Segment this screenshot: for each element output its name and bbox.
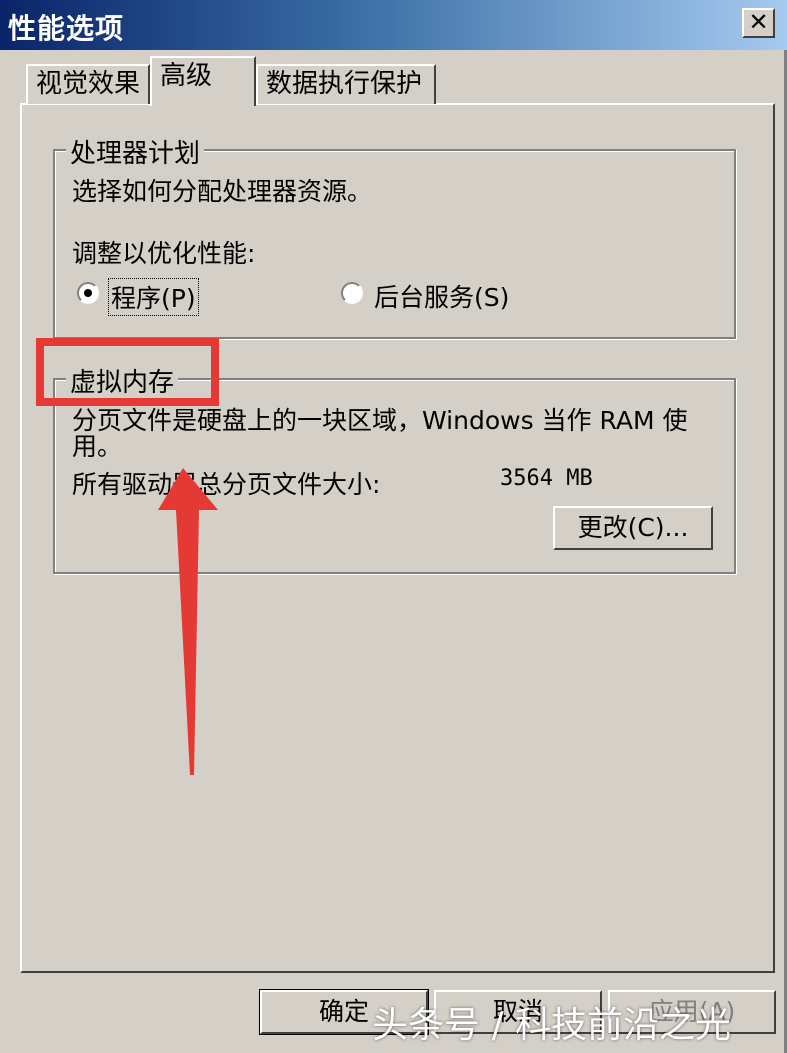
performance-options-dialog: 性能选项 ✕ 视觉效果 高级 数据执行保护 处理器计划 选择如何分配处理器资源。… — [0, 0, 787, 1053]
processor-scheduling-legend: 处理器计划 — [66, 133, 205, 170]
tab-data-execution-prevention[interactable]: 数据执行保护 — [256, 64, 436, 104]
programs-radio[interactable] — [77, 282, 99, 304]
total-paging-file-label: 所有驱动器总分页文件大小: — [72, 470, 381, 499]
watermark-text: 头条号 / 科技前沿之光 — [372, 1005, 732, 1046]
radio-selected-dot — [84, 289, 92, 297]
total-paging-file-value: 3564 MB — [500, 466, 593, 491]
tab-advanced[interactable]: 高级 — [150, 56, 256, 106]
processor-description: 选择如何分配处理器资源。 — [72, 177, 373, 206]
ok-button-label: 确定 — [318, 997, 369, 1026]
programs-radio-label[interactable]: 程序(P) — [108, 278, 199, 316]
tab-label: 高级 — [160, 61, 213, 91]
virtual-memory-description-line1: 分页文件是硬盘上的一块区域，Windows 当作 RAM 使 — [72, 406, 688, 435]
title-bar[interactable]: 性能选项 ✕ — [0, 0, 787, 50]
change-virtual-memory-button[interactable]: 更改(C)... — [553, 506, 713, 550]
tab-visual-effects[interactable]: 视觉效果 — [26, 64, 150, 104]
background-services-radio[interactable] — [341, 282, 363, 304]
background-services-radio-label[interactable]: 后台服务(S) — [374, 278, 509, 314]
window-title: 性能选项 — [8, 12, 125, 45]
tab-label: 数据执行保护 — [266, 69, 423, 99]
close-button[interactable]: ✕ — [742, 8, 775, 38]
change-button-label: 更改(C)... — [577, 513, 689, 542]
tab-label: 视觉效果 — [36, 69, 141, 99]
close-icon: ✕ — [748, 8, 769, 36]
highlight-box — [36, 338, 219, 406]
adjust-performance-label: 调整以优化性能: — [72, 239, 256, 268]
virtual-memory-description-line2: 用。 — [72, 432, 123, 461]
